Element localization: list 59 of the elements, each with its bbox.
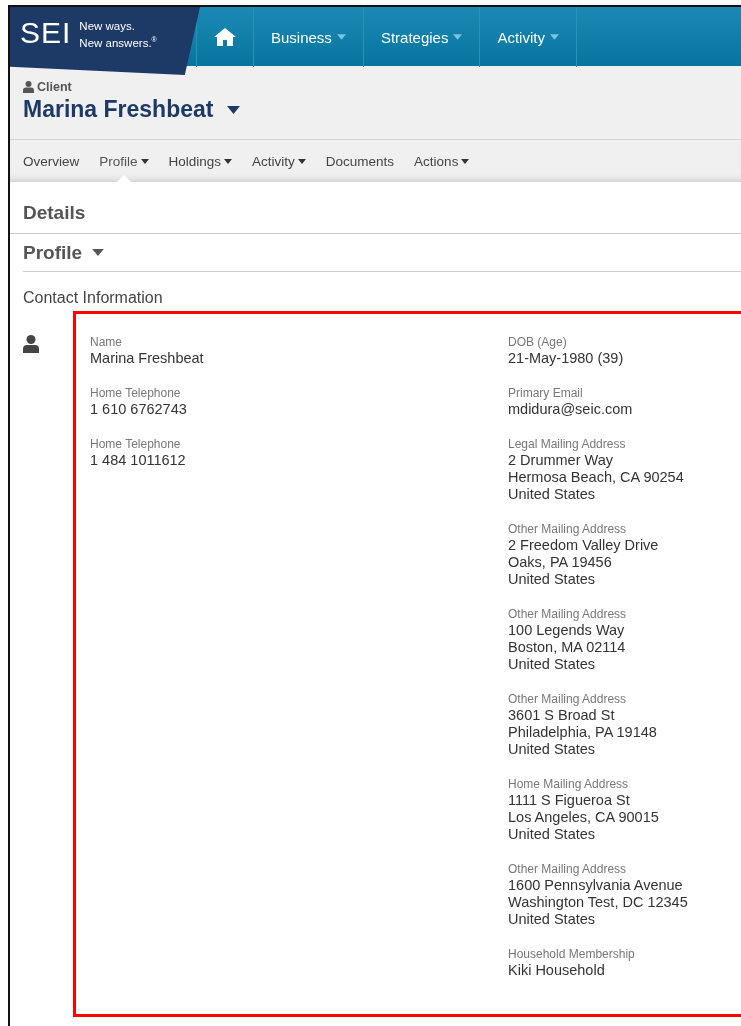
field-value: mdidura@seic.com: [508, 401, 634, 418]
caret-icon: [336, 34, 346, 40]
subsection-title: Contact Information: [23, 289, 164, 307]
person-icon: [23, 335, 39, 353]
caret-icon: [549, 34, 559, 40]
caret-icon: [227, 105, 241, 114]
field-value: Boston, MA 02114: [508, 639, 627, 656]
field-value: Philadelphia, PA 19148: [508, 724, 658, 741]
section-title: Profile: [23, 241, 83, 264]
tab[interactable]: Documents: [317, 140, 403, 182]
field-value: United States: [508, 486, 597, 503]
caret-icon: [453, 34, 463, 40]
tab[interactable]: Overview: [15, 140, 88, 182]
section-title: Details: [23, 202, 86, 224]
field-value: 1 610 6762743: [90, 401, 188, 418]
field-label: Home Mailing Address: [508, 776, 630, 792]
field-label: Name: [90, 334, 123, 350]
caret-icon: [140, 158, 149, 164]
tab[interactable]: Activity: [244, 140, 314, 182]
field-value: United States: [508, 571, 597, 588]
field-value: Kiki Household: [508, 962, 606, 979]
field-label: Legal Mailing Address: [508, 436, 627, 452]
field-label: Home Telephone: [90, 436, 182, 452]
field-value: 100 Legends Way: [508, 622, 626, 639]
field-value: Hermosa Beach, CA 90254: [508, 469, 685, 486]
field-label: Other Mailing Address: [508, 521, 628, 537]
field-value: Los Angeles, CA 90015: [508, 809, 660, 826]
field-value: 3601 S Broad St: [508, 707, 616, 724]
field-value: Marina Freshbeat: [90, 350, 205, 367]
client-label: Client: [37, 80, 72, 94]
field-label: DOB (Age): [508, 334, 568, 350]
field-value: 1111 S Figueroa St: [508, 792, 631, 809]
field-label: Primary Email: [508, 385, 584, 401]
tab[interactable]: Actions: [406, 140, 478, 182]
field-value: 2 Freedom Valley Drive: [508, 537, 660, 554]
field-label: Other Mailing Address: [508, 691, 628, 707]
field-label: Home Telephone: [90, 385, 182, 401]
field-value: Washington Test, DC 12345: [508, 894, 688, 911]
field-value: 21-May-1980 (39): [508, 350, 625, 367]
field-label: Household Membership: [508, 946, 636, 962]
field-label: Other Mailing Address: [508, 606, 628, 622]
field-label: Other Mailing Address: [508, 861, 628, 877]
caret-icon: [224, 158, 233, 164]
field-value: 1 484 1011612: [90, 452, 187, 469]
field-value: 1600 Pennsylvania Avenue: [508, 877, 684, 894]
field-value: United States: [508, 826, 597, 843]
caret-icon: [92, 249, 105, 256]
user-icon: [23, 81, 34, 93]
field-value: United States: [508, 911, 597, 928]
field-value: United States: [508, 656, 597, 673]
field-value: United States: [508, 741, 597, 758]
tab[interactable]: Holdings: [160, 140, 241, 182]
tab[interactable]: Profile: [91, 140, 157, 182]
caret-icon: [461, 158, 470, 164]
client-name: Marina Freshbeat: [23, 96, 214, 123]
field-value: 2 Drummer Way: [508, 452, 614, 469]
home-icon: [214, 27, 236, 47]
caret-icon: [297, 158, 306, 164]
field-value: Oaks, PA 19456: [508, 554, 613, 571]
